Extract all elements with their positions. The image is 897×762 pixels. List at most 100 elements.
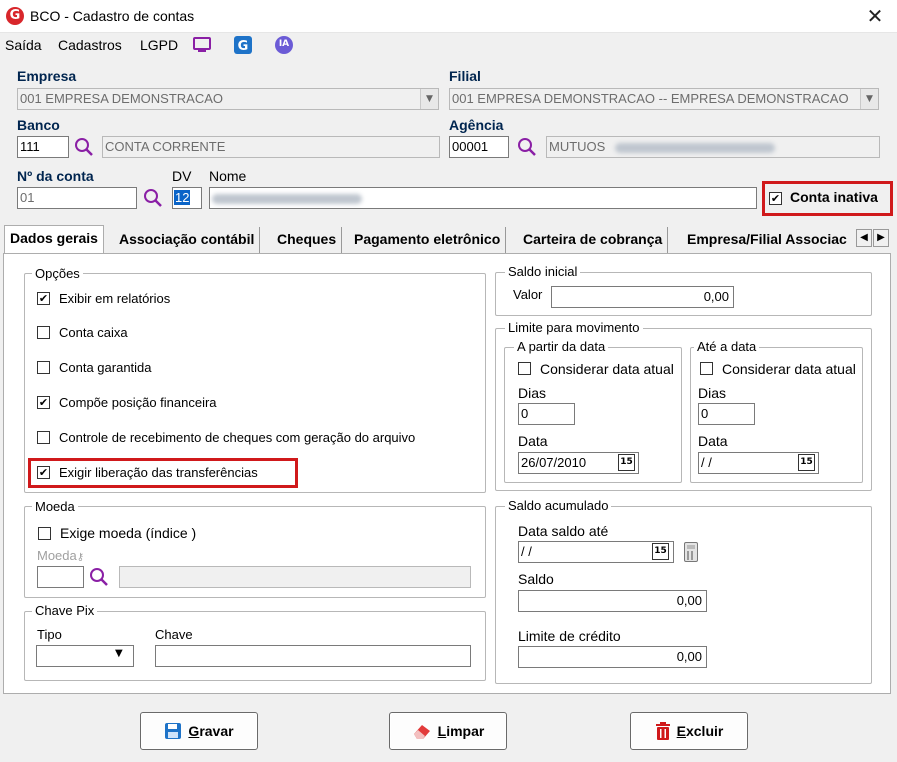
- tab-scroll-right-icon[interactable]: ▶: [873, 229, 889, 247]
- a-partir-dias-input[interactable]: 0: [518, 403, 575, 425]
- gravar-button[interactable]: Gravar: [140, 712, 258, 750]
- moeda-code-input[interactable]: [37, 566, 84, 588]
- exigir-liberacao-checkbox[interactable]: ✔: [37, 466, 50, 479]
- empresa-select[interactable]: 001 EMPRESA DEMONSTRACAO: [17, 88, 439, 110]
- compoe-posicao-checkbox[interactable]: ✔: [37, 396, 50, 409]
- ate-data-value: / /: [701, 455, 712, 470]
- excluir-button[interactable]: Excluir: [630, 712, 748, 750]
- moeda-title: Moeda: [32, 499, 78, 514]
- dv-label: DV: [172, 168, 192, 184]
- agencia-code-input[interactable]: 00001: [449, 136, 509, 158]
- conta-search-icon[interactable]: [142, 187, 164, 209]
- filial-dropdown-icon[interactable]: ▼: [860, 89, 878, 109]
- a-partir-dias-label: Dias: [518, 385, 547, 401]
- exige-moeda-checkbox[interactable]: [38, 527, 51, 540]
- moeda-search-icon[interactable]: [88, 566, 110, 588]
- limpar-button[interactable]: Limpar: [389, 712, 507, 750]
- monitor-icon[interactable]: [192, 35, 212, 55]
- tab-scroll-left-icon[interactable]: ◀: [856, 229, 872, 247]
- blurred-text: [212, 193, 362, 204]
- exige-moeda-label: Exige moeda (índice ): [60, 525, 197, 541]
- conta-garantida-label: Conta garantida: [59, 360, 152, 375]
- empresa-dropdown-icon[interactable]: ▼: [420, 89, 438, 109]
- ate-considerar-checkbox[interactable]: [700, 362, 713, 375]
- limpar-label: Limpar: [437, 723, 485, 739]
- calculator-icon[interactable]: [684, 542, 698, 562]
- g-app-icon[interactable]: G: [233, 35, 253, 55]
- moeda-label: Moeda⚷: [37, 548, 84, 563]
- tab-pagamento-eletronico[interactable]: Pagamento eletrônico: [349, 227, 507, 253]
- ate-dias-input[interactable]: 0: [698, 403, 755, 425]
- compoe-posicao-label: Compõe posição financeira: [59, 395, 217, 410]
- banco-desc-value: CONTA CORRENTE: [105, 139, 226, 154]
- agencia-code-value: 00001: [452, 139, 489, 154]
- moeda-desc-field: [119, 566, 471, 588]
- conta-inativa-checkbox[interactable]: ✔: [769, 192, 782, 205]
- key-icon: ⚷: [76, 552, 85, 563]
- valor-input[interactable]: 0,00: [551, 286, 734, 308]
- a-partir-data-value: 26/07/2010: [521, 455, 587, 470]
- filial-select[interactable]: 001 EMPRESA DEMONSTRACAO -- EMPRESA DEMO…: [449, 88, 879, 110]
- agencia-label: Agência: [449, 117, 504, 133]
- controle-cheques-checkbox[interactable]: [37, 431, 50, 444]
- conta-number-value: 01: [20, 190, 35, 205]
- nome-input[interactable]: [209, 187, 757, 209]
- ate-dias-value: 0: [701, 406, 709, 421]
- limite-title: Limite para movimento: [505, 320, 643, 335]
- dv-value: 12: [174, 190, 191, 205]
- agencia-search-icon[interactable]: [516, 136, 538, 158]
- opcoes-title: Opções: [32, 266, 83, 281]
- dv-input[interactable]: 12: [172, 187, 202, 209]
- nome-label: Nome: [209, 168, 247, 184]
- tipo-label: Tipo: [37, 627, 62, 642]
- saldo-input[interactable]: 0,00: [518, 590, 707, 612]
- data-saldo-label: Data saldo até: [518, 523, 609, 539]
- a-partir-dias-value: 0: [521, 406, 529, 421]
- chave-input[interactable]: [155, 645, 471, 667]
- data-saldo-input[interactable]: / /: [518, 541, 674, 563]
- ate-title: Até a data: [694, 339, 760, 354]
- tab-carteira-cobranca[interactable]: Carteira de cobrança: [518, 227, 669, 253]
- exibir-relatorios-checkbox[interactable]: ✔: [37, 292, 50, 305]
- calendar-icon[interactable]: 15: [798, 454, 815, 471]
- menu-saida[interactable]: Saída: [5, 37, 42, 53]
- blurred-text: [614, 142, 775, 153]
- tab-cheques[interactable]: Cheques: [272, 227, 343, 253]
- saldo-value: 0,00: [676, 593, 702, 608]
- ia-label: IA: [278, 39, 290, 49]
- limite-credito-label: Limite de crédito: [518, 628, 621, 644]
- saldo-acumulado-title: Saldo acumulado: [505, 498, 612, 513]
- controle-cheques-label: Controle de recebimento de cheques com g…: [59, 430, 416, 445]
- menu-lgpd[interactable]: LGPD: [140, 37, 178, 53]
- agencia-desc-value: MUTUOS: [549, 139, 606, 154]
- conta-garantida-checkbox[interactable]: [37, 361, 50, 374]
- eraser-icon: [413, 725, 430, 739]
- app-logo-icon: G: [6, 7, 24, 25]
- exigir-liberacao-label: Exigir liberação das transferências: [59, 465, 258, 480]
- conta-caixa-checkbox[interactable]: [37, 326, 50, 339]
- menu-cadastros[interactable]: Cadastros: [58, 37, 122, 53]
- empresa-value: 001 EMPRESA DEMONSTRACAO: [20, 91, 223, 106]
- chave-label: Chave: [155, 627, 193, 642]
- limite-credito-input[interactable]: 0,00: [518, 646, 707, 668]
- conta-inativa-label: Conta inativa: [790, 189, 878, 205]
- banco-code-value: 111: [20, 139, 40, 154]
- chave-pix-title: Chave Pix: [32, 603, 98, 618]
- banco-search-icon[interactable]: [73, 136, 95, 158]
- ate-data-label: Data: [698, 433, 728, 449]
- conta-number-input[interactable]: 01: [17, 187, 137, 209]
- valor-value: 0,00: [703, 289, 729, 304]
- exibir-relatorios-label: Exibir em relatórios: [59, 291, 171, 306]
- calendar-icon[interactable]: 15: [618, 454, 635, 471]
- empresa-label: Empresa: [17, 68, 77, 84]
- limite-credito-value: 0,00: [676, 649, 702, 664]
- tipo-dropdown-icon[interactable]: ▼: [115, 648, 123, 659]
- tab-dados-gerais[interactable]: Dados gerais: [4, 225, 104, 255]
- a-partir-considerar-checkbox[interactable]: [518, 362, 531, 375]
- calendar-icon[interactable]: 15: [652, 543, 669, 560]
- tab-empresa-filial[interactable]: Empresa/Filial Associac: [682, 227, 854, 253]
- tab-associacao-contabil[interactable]: Associação contábil: [114, 227, 261, 253]
- a-partir-considerar-label: Considerar data atual: [540, 361, 674, 377]
- banco-code-input[interactable]: 111: [17, 136, 69, 158]
- close-icon[interactable]: ✕: [862, 3, 888, 29]
